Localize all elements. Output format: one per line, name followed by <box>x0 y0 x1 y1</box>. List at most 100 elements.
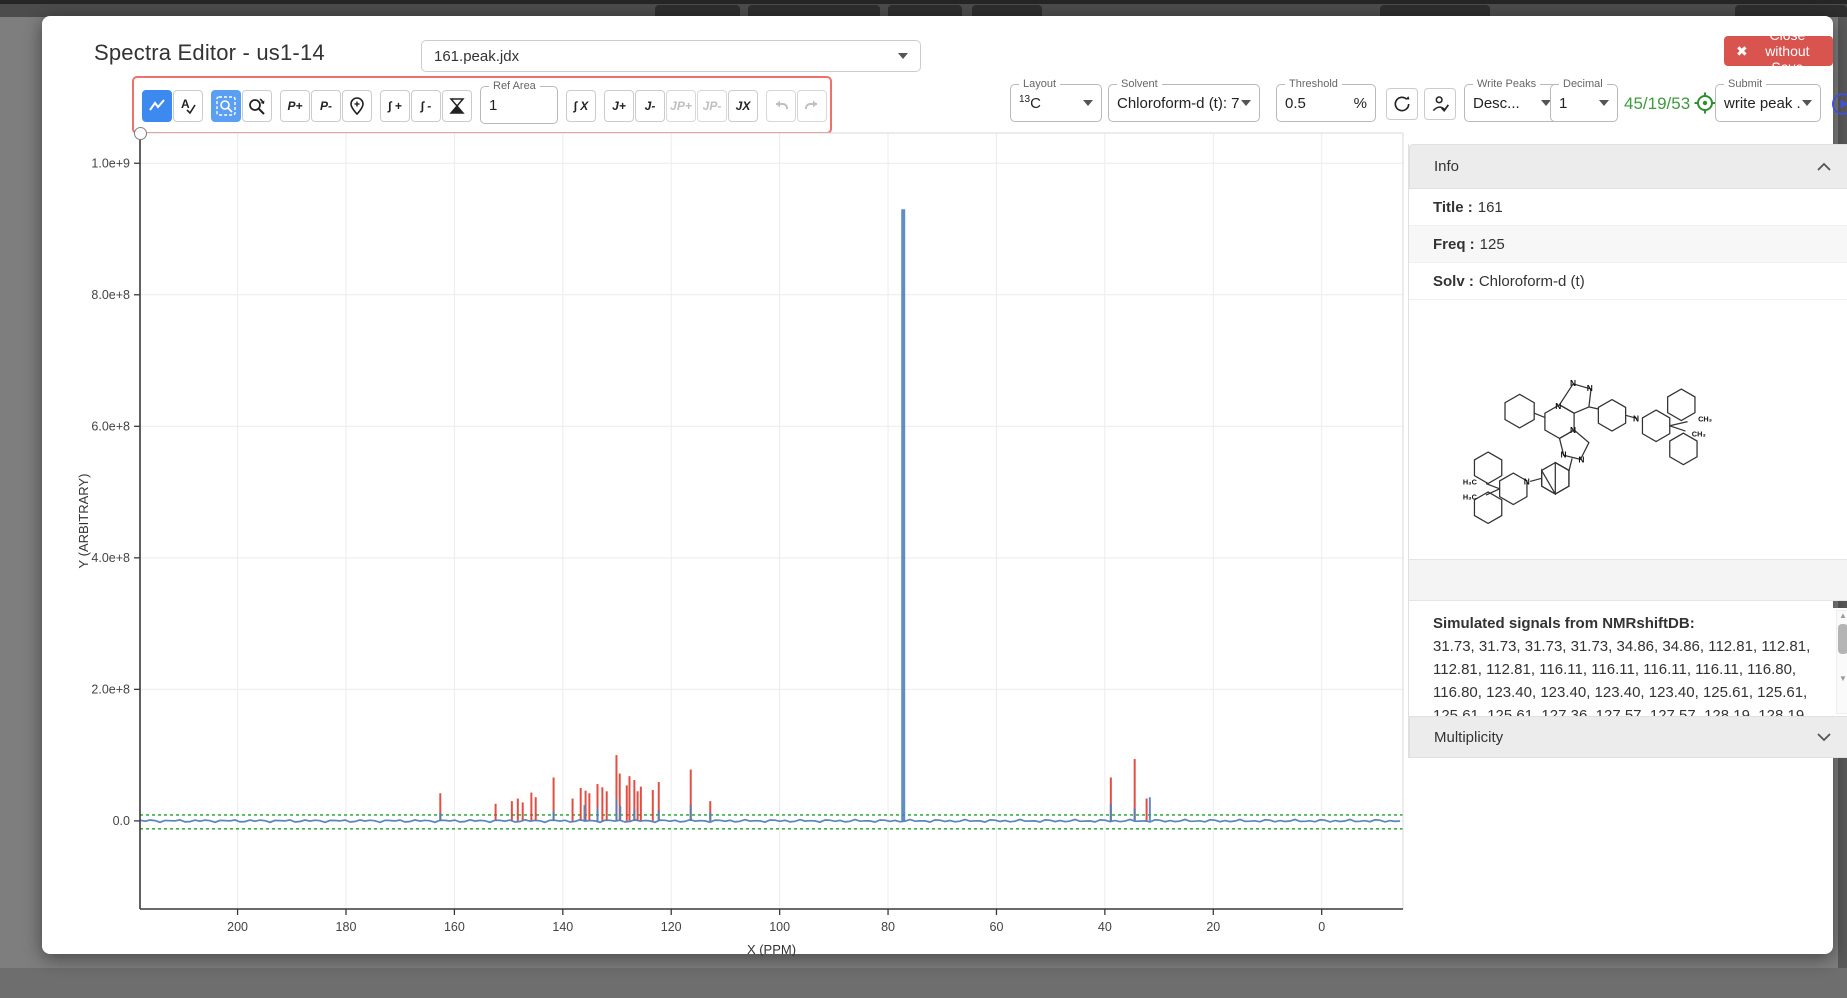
chevron-down-icon <box>898 53 908 59</box>
info-row-solvent: Solv :Chloroform-d (t) <box>1409 263 1847 300</box>
ref-area-field[interactable]: Ref Area 1 <box>480 86 558 124</box>
info-header-label: Info <box>1434 158 1459 175</box>
svg-text:H₃C: H₃C <box>1462 477 1477 486</box>
info-accordion-header[interactable]: Info <box>1409 144 1847 189</box>
annotation-handle[interactable] <box>134 127 147 140</box>
svg-text:H₃C: H₃C <box>1462 492 1477 501</box>
integral-add-button[interactable]: ∫ + <box>380 90 410 122</box>
svg-text:8.0e+8: 8.0e+8 <box>91 288 130 302</box>
zoom-reset-icon <box>246 95 268 117</box>
jp-add-button[interactable]: JP+ <box>666 90 696 122</box>
redo-icon <box>803 98 821 114</box>
target-button[interactable] <box>1694 92 1716 117</box>
svg-text:0.0: 0.0 <box>113 814 130 828</box>
multiplicity-accordion-header[interactable]: Multiplicity <box>1409 716 1847 758</box>
spectrum-file-name: 161.peak.jdx <box>434 48 519 65</box>
redo-button[interactable] <box>797 90 827 122</box>
multiplicity-header-label: Multiplicity <box>1434 729 1503 746</box>
threshold-unit: % <box>1354 95 1367 112</box>
integral-clear-button[interactable]: ∫ X <box>566 90 596 122</box>
person-check-icon <box>1430 94 1450 114</box>
dialog-title: Spectra Editor - us1-14 <box>94 40 325 66</box>
spectrum-plot[interactable]: 0.02.0e+84.0e+86.0e+88.0e+81.0e+92001801… <box>72 124 1412 956</box>
peak-pick-marker-button[interactable] <box>342 90 372 122</box>
svg-text:60: 60 <box>990 920 1004 934</box>
svg-text:160: 160 <box>444 920 465 934</box>
play-circle-icon <box>1831 92 1847 116</box>
j-remove-button[interactable]: J- <box>635 90 665 122</box>
chevron-down-icon <box>1817 733 1831 742</box>
line-chart-icon <box>147 96 167 116</box>
submit-run-button[interactable] <box>1831 92 1847 119</box>
zoom-select-icon <box>215 95 237 117</box>
svg-text:2.0e+8: 2.0e+8 <box>91 682 130 696</box>
decimal-label: Decimal <box>1559 78 1607 90</box>
auto-peak-label-tool-button[interactable]: A <box>173 90 203 122</box>
crosshair-target-icon <box>1694 92 1716 114</box>
location-pin-plus-icon <box>347 96 367 116</box>
solvent-label: Solvent <box>1117 78 1162 90</box>
svg-text:Y (ARBITRARY): Y (ARBITRARY) <box>76 474 91 569</box>
info-row-freq: Freq :125 <box>1409 226 1847 263</box>
spectrum-file-select[interactable]: 161.peak.jdx <box>421 40 921 72</box>
chevron-down-icon <box>1083 100 1093 106</box>
submit-select[interactable]: Submit write peak ... <box>1715 84 1821 122</box>
submit-label: Submit <box>1724 78 1766 90</box>
undo-button[interactable] <box>766 90 796 122</box>
svg-text:200: 200 <box>227 920 248 934</box>
spectrum-chart[interactable]: 0.02.0e+84.0e+86.0e+88.0e+81.0e+92001801… <box>72 124 1412 956</box>
spectrum-line-tool-button[interactable] <box>142 90 172 122</box>
svg-text:20: 20 <box>1206 920 1220 934</box>
molecule-drawing: N N N N N N N N CH₃ CH₃ H₃C H₃C <box>1453 325 1813 535</box>
solvent-select[interactable]: Solvent Chloroform-d (t): 7... <box>1108 84 1260 122</box>
svg-text:100: 100 <box>769 920 790 934</box>
svg-text:N: N <box>1586 383 1592 393</box>
hourglass-icon <box>448 96 466 116</box>
threshold-field[interactable]: Threshold 0.5 % <box>1276 84 1376 122</box>
write-peaks-select[interactable]: Write Peaks Desc... <box>1464 84 1560 122</box>
svg-text:4.0e+8: 4.0e+8 <box>91 551 130 565</box>
chevron-up-icon <box>1817 162 1831 171</box>
svg-text:N: N <box>1555 401 1561 411</box>
svg-text:40: 40 <box>1098 920 1112 934</box>
j-add-button[interactable]: J+ <box>604 90 634 122</box>
svg-text:N: N <box>1523 476 1529 486</box>
auto-assign-button[interactable] <box>1424 88 1456 120</box>
svg-text:N: N <box>1570 377 1576 387</box>
svg-text:180: 180 <box>336 920 357 934</box>
decimal-select[interactable]: Decimal 1 <box>1550 84 1618 122</box>
threshold-label: Threshold <box>1285 78 1342 90</box>
info-row-title: Title :161 <box>1409 189 1847 226</box>
close-label: Close without Save <box>1754 27 1821 75</box>
svg-text:6.0e+8: 6.0e+8 <box>91 419 130 433</box>
layout-select[interactable]: Layout 13C <box>1010 84 1102 122</box>
peak-add-button[interactable]: P+ <box>280 90 310 122</box>
spectra-editor-dialog: Spectra Editor - us1-14 161.peak.jdx ✖ C… <box>42 16 1833 954</box>
svg-text:120: 120 <box>661 920 682 934</box>
close-without-save-button[interactable]: ✖ Close without Save <box>1724 36 1833 66</box>
svg-text:N: N <box>1560 449 1566 459</box>
j-clear-button[interactable]: JX <box>728 90 758 122</box>
integral-remove-button[interactable]: ∫ - <box>411 90 441 122</box>
signals-title: Simulated signals from NMRshiftDB: <box>1433 612 1816 635</box>
integral-hourglass-button[interactable] <box>442 90 472 122</box>
ref-area-value: 1 <box>489 97 497 114</box>
close-icon: ✖ <box>1736 43 1748 60</box>
ranges-accordion-header[interactable] <box>1409 559 1847 601</box>
signals-scrollbar-thumb[interactable] <box>1838 624 1847 654</box>
signals-values: 31.73, 31.73, 31.73, 31.73, 34.86, 34.86… <box>1433 638 1810 716</box>
svg-text:A: A <box>181 97 190 111</box>
jp-remove-button[interactable]: JP- <box>697 90 727 122</box>
svg-text:CH₃: CH₃ <box>1691 429 1705 438</box>
letter-a-wave-icon: A <box>178 96 198 116</box>
chevron-down-icon <box>1241 100 1251 106</box>
zoom-select-tool-button[interactable] <box>211 90 241 122</box>
peak-counter: 45/19/53 <box>1624 94 1690 114</box>
zoom-reset-button[interactable] <box>242 90 272 122</box>
write-peaks-label: Write Peaks <box>1473 78 1540 90</box>
refresh-threshold-button[interactable] <box>1386 88 1418 120</box>
simulated-signals-block: Simulated signals from NMRshiftDB: 31.73… <box>1409 608 1847 716</box>
svg-text:X (PPM): X (PPM) <box>747 942 796 956</box>
peak-remove-button[interactable]: P- <box>311 90 341 122</box>
chevron-down-icon <box>1802 100 1812 106</box>
